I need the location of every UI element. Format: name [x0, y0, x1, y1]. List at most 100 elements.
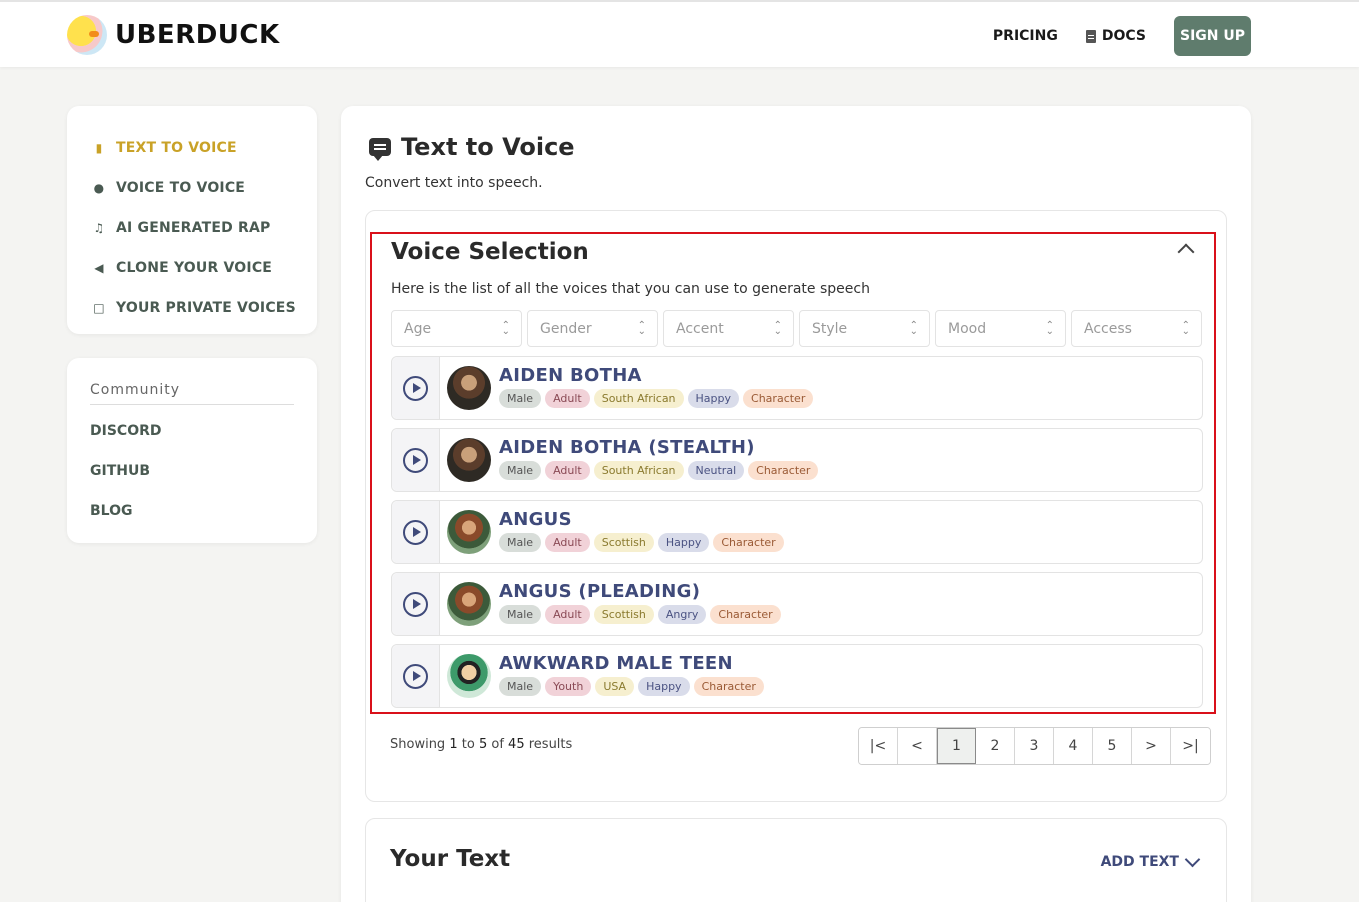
- filter-age-select[interactable]: Age ⌃ ⌄: [391, 310, 522, 347]
- community-link-github[interactable]: GITHUB: [90, 451, 294, 491]
- voice-avatar: [447, 510, 491, 554]
- top-nav: PRICING DOCS SIGN UP: [993, 16, 1251, 56]
- signup-button[interactable]: SIGN UP: [1174, 16, 1251, 56]
- voice-row[interactable]: AIDEN BOTHA (STEALTH) Male Adult South A…: [391, 428, 1203, 492]
- sidebar-item-label: YOUR PRIVATE VOICES: [116, 300, 296, 316]
- voice-tags: Male Adult South African Neutral Charact…: [499, 461, 819, 480]
- voice-row[interactable]: ANGUS (PLEADING) Male Adult Scottish Ang…: [391, 572, 1203, 636]
- tag-age: Adult: [545, 389, 590, 408]
- voice-row[interactable]: AWKWARD MALE TEEN Male Youth USA Happy C…: [391, 644, 1203, 708]
- play-cell: [392, 501, 440, 563]
- voice-info: AWKWARD MALE TEEN Male Youth USA Happy C…: [499, 645, 764, 707]
- tag-style: Character: [743, 389, 814, 408]
- prev-page-icon[interactable]: <: [898, 728, 937, 764]
- tag-accent: Scottish: [593, 533, 654, 552]
- voice-name[interactable]: AIDEN BOTHA (STEALTH): [499, 437, 818, 459]
- brand-logo[interactable]: UBERDUCK: [67, 15, 280, 55]
- nav-pricing-link[interactable]: PRICING: [993, 28, 1058, 44]
- top-navbar: UBERDUCK PRICING DOCS SIGN UP: [0, 0, 1359, 67]
- sidebar-menu: ▮ TEXT TO VOICE ● VOICE TO VOICE ♫ AI GE…: [67, 106, 317, 334]
- tag-age: Adult: [545, 461, 590, 480]
- voice-filters: Age ⌃ ⌄ Gender ⌃ ⌄ Accent ⌃ ⌄ Style ⌃ ⌄ Mood: [391, 310, 1202, 347]
- voice-info: AIDEN BOTHA Male Adult South African Hap…: [499, 357, 814, 419]
- last-page-icon[interactable]: >|: [1171, 728, 1210, 764]
- community-link-discord[interactable]: DISCORD: [90, 411, 294, 451]
- tag-gender: Male: [499, 605, 542, 624]
- filter-style-select[interactable]: Style ⌃ ⌄: [799, 310, 930, 347]
- voice-name[interactable]: ANGUS: [499, 509, 784, 531]
- voice-row[interactable]: AIDEN BOTHA Male Adult South African Hap…: [391, 356, 1203, 420]
- sidebar-item-ai-generated-rap[interactable]: ♫ AI GENERATED RAP: [67, 208, 317, 248]
- tag-accent: South African: [593, 389, 684, 408]
- tag-gender: Male: [499, 533, 542, 552]
- voice-avatar: [447, 582, 491, 626]
- community-link-blog[interactable]: BLOG: [90, 491, 294, 531]
- play-icon[interactable]: [403, 447, 428, 473]
- tag-accent: Scottish: [593, 605, 654, 624]
- voice-selection-highlight: Voice Selection Here is the list of all …: [370, 232, 1216, 714]
- voice-info: ANGUS Male Adult Scottish Happy Characte…: [499, 501, 784, 563]
- your-text-title: Your Text: [390, 846, 511, 872]
- voice-tags: Male Adult South African Happy Character: [499, 389, 814, 408]
- collapse-chevron-up-icon[interactable]: [1177, 243, 1195, 261]
- sidebar-item-clone-your-voice[interactable]: ◀ CLONE YOUR VOICE: [67, 248, 317, 288]
- play-icon[interactable]: [403, 519, 428, 545]
- add-text-button[interactable]: ADD TEXT: [1101, 851, 1201, 870]
- sidebar-item-text-to-voice[interactable]: ▮ TEXT TO VOICE: [67, 128, 317, 168]
- tag-mood: Angry: [657, 605, 707, 624]
- filter-access-select[interactable]: Access ⌃ ⌄: [1071, 310, 1202, 347]
- filter-mood-select[interactable]: Mood ⌃ ⌄: [935, 310, 1066, 347]
- next-page-icon[interactable]: >: [1132, 728, 1171, 764]
- duck-logo-icon: [67, 15, 107, 55]
- chevron-up-down-icon: ⌃ ⌄: [1045, 319, 1054, 337]
- first-page-icon[interactable]: |<: [859, 728, 898, 764]
- your-text-panel: Your Text ADD TEXT: [365, 818, 1227, 902]
- voice-tags: Male Adult Scottish Happy Character: [499, 533, 784, 552]
- voice-row[interactable]: ANGUS Male Adult Scottish Happy Characte…: [391, 500, 1203, 564]
- tag-style: Character: [713, 533, 784, 552]
- tag-mood: Happy: [687, 389, 740, 408]
- voice-selection-panel: Voice Selection Here is the list of all …: [365, 210, 1227, 802]
- sidebar-item-your-private-voices[interactable]: □ YOUR PRIVATE VOICES: [67, 288, 317, 328]
- play-icon[interactable]: [403, 663, 428, 689]
- voice-tags: Male Youth USA Happy Character: [499, 677, 764, 696]
- results-from: 1: [449, 737, 458, 752]
- page-button-3[interactable]: 3: [1015, 728, 1054, 764]
- main-content: Text to Voice Convert text into speech. …: [341, 106, 1251, 902]
- document-icon: [1085, 29, 1096, 43]
- filter-placeholder: Accent: [676, 320, 724, 337]
- filter-gender-select[interactable]: Gender ⌃ ⌄: [527, 310, 658, 347]
- voice-info: AIDEN BOTHA (STEALTH) Male Adult South A…: [499, 429, 819, 491]
- microphone-icon: ●: [93, 181, 105, 195]
- play-cell: [392, 429, 440, 491]
- voice-selection-title: Voice Selection: [391, 239, 589, 265]
- voice-name[interactable]: ANGUS (PLEADING): [499, 581, 781, 603]
- filter-placeholder: Mood: [948, 320, 987, 337]
- filter-accent-select[interactable]: Accent ⌃ ⌄: [663, 310, 794, 347]
- pagination: |< < 1 2 3 4 5 > >|: [858, 727, 1211, 765]
- voice-selection-description: Here is the list of all the voices that …: [391, 281, 870, 297]
- chevron-up-down-icon: ⌃ ⌄: [501, 319, 510, 337]
- page-button-5[interactable]: 5: [1093, 728, 1132, 764]
- page-button-4[interactable]: 4: [1054, 728, 1093, 764]
- tag-style: Character: [693, 677, 764, 696]
- sidebar-item-label: TEXT TO VOICE: [116, 140, 237, 156]
- filter-placeholder: Age: [404, 320, 432, 337]
- page-button-2[interactable]: 2: [976, 728, 1015, 764]
- voice-name[interactable]: AIDEN BOTHA: [499, 365, 813, 387]
- play-icon[interactable]: [403, 591, 428, 617]
- sidebar-item-label: VOICE TO VOICE: [116, 180, 246, 196]
- sidebar-item-voice-to-voice[interactable]: ● VOICE TO VOICE: [67, 168, 317, 208]
- page-button-1[interactable]: 1: [937, 728, 976, 764]
- chevron-up-down-icon: ⌃ ⌄: [1181, 319, 1190, 337]
- chevron-up-down-icon: ⌃ ⌄: [637, 319, 646, 337]
- voice-avatar: [447, 438, 491, 482]
- voice-info: ANGUS (PLEADING) Male Adult Scottish Ang…: [499, 573, 781, 635]
- tag-gender: Male: [499, 389, 542, 408]
- nav-docs-link[interactable]: DOCS: [1085, 28, 1146, 44]
- lock-icon: □: [93, 301, 105, 315]
- tag-age: Adult: [545, 605, 590, 624]
- voice-name[interactable]: AWKWARD MALE TEEN: [499, 653, 764, 675]
- play-icon[interactable]: [403, 375, 428, 401]
- filter-placeholder: Gender: [540, 320, 592, 337]
